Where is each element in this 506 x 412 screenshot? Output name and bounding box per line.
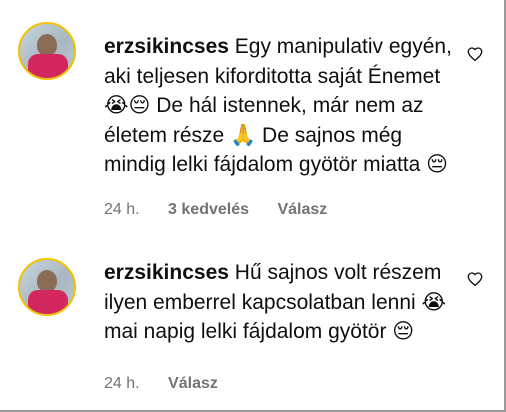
comment-item: erzsikincses Egy manipulativ egyén, aki … [0, 0, 506, 218]
avatar[interactable] [18, 258, 76, 316]
heart-icon[interactable] [466, 45, 484, 63]
avatar[interactable] [18, 22, 76, 80]
username[interactable]: erzsikincses [104, 35, 229, 58]
username[interactable]: erzsikincses [104, 261, 229, 284]
heart-icon[interactable] [466, 270, 484, 288]
likes-count[interactable]: 3 kedvelés [168, 201, 249, 218]
timestamp: 24 h. [104, 375, 140, 392]
comment-meta: 24 h. 3 kedvelés Válasz [104, 201, 327, 219]
comment-item: erzsikincses Hű sajnos volt részem ilyen… [0, 240, 506, 410]
comment-text-block: erzsikincses Hű sajnos volt részem ilyen… [104, 258, 464, 347]
reply-button[interactable]: Válasz [277, 201, 327, 218]
reply-button[interactable]: Válasz [168, 375, 218, 392]
comment-meta: 24 h. Válasz [104, 375, 218, 393]
comment-text-block: erzsikincses Egy manipulativ egyén, aki … [104, 32, 464, 180]
timestamp: 24 h. [104, 201, 140, 218]
